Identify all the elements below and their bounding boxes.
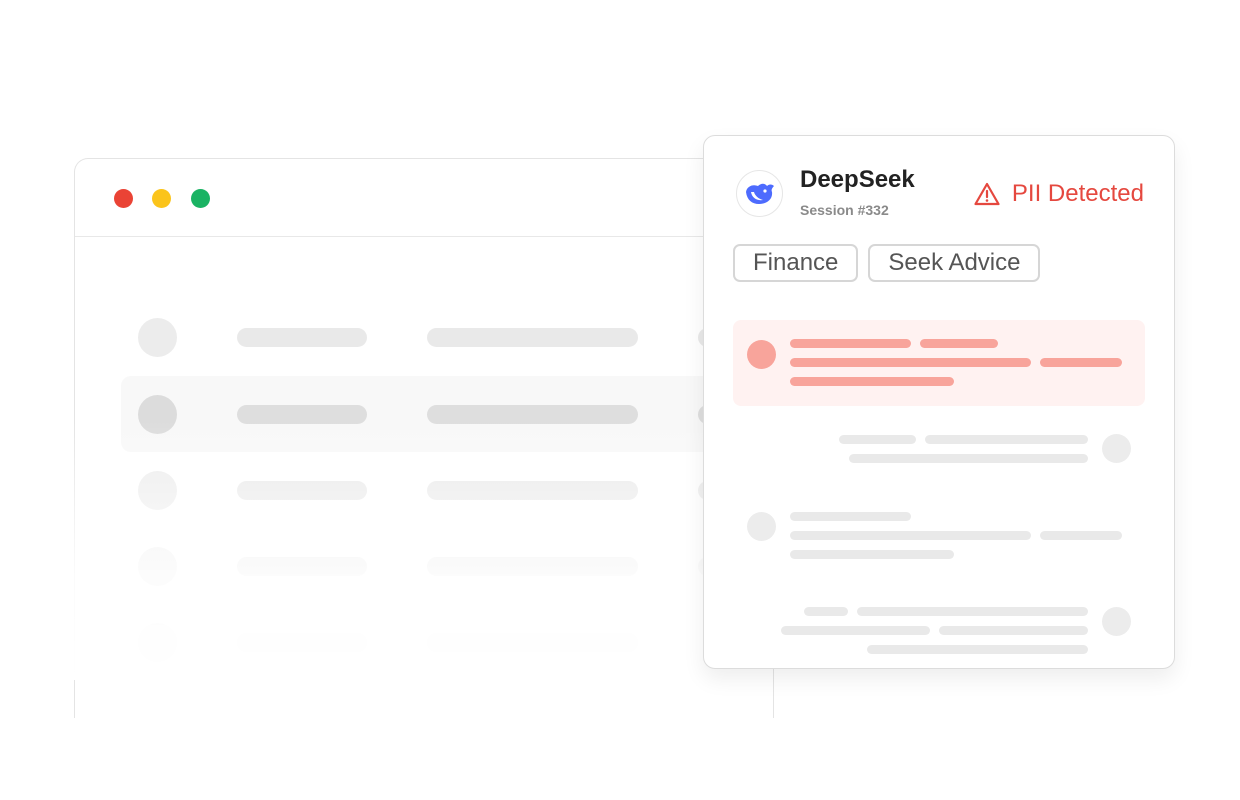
text-placeholder [781, 626, 930, 635]
avatar-placeholder [138, 471, 177, 510]
table-row-selected[interactable] [121, 376, 781, 452]
browser-window [74, 158, 781, 718]
user-message[interactable] [704, 506, 1176, 566]
browser-titlebar [75, 159, 773, 237]
app-name: DeepSeek [800, 166, 915, 193]
close-window-button[interactable] [114, 189, 133, 208]
session-card[interactable]: DeepSeek Session #332 PII Detected Finan… [703, 135, 1175, 669]
table-row[interactable] [75, 299, 773, 375]
deepseek-whale-icon [736, 170, 783, 217]
text-placeholder [867, 645, 1088, 654]
text-placeholder [790, 339, 911, 348]
text-placeholder [790, 550, 954, 559]
text-placeholder [849, 454, 1088, 463]
stage: DeepSeek Session #332 PII Detected Finan… [0, 0, 1240, 800]
tag-list: Finance Seek Advice [733, 244, 1041, 282]
text-placeholder [427, 481, 638, 500]
avatar-placeholder [138, 395, 177, 434]
avatar-placeholder [747, 340, 776, 369]
text-placeholder [839, 435, 916, 444]
tag-seek-advice[interactable]: Seek Advice [868, 244, 1041, 282]
text-placeholder [237, 405, 367, 424]
text-placeholder [790, 377, 954, 386]
minimize-window-button[interactable] [152, 189, 171, 208]
text-placeholder [1040, 531, 1122, 540]
text-placeholder [427, 405, 638, 424]
text-placeholder [237, 557, 367, 576]
avatar-placeholder [138, 547, 177, 586]
avatar-placeholder [747, 512, 776, 541]
session-list [75, 238, 781, 718]
alert-text: PII Detected [1011, 180, 1144, 207]
zoom-window-button[interactable] [191, 189, 210, 208]
text-placeholder [1040, 358, 1122, 367]
avatar-placeholder [1102, 434, 1131, 463]
text-placeholder [920, 339, 998, 348]
text-placeholder [857, 607, 1088, 616]
text-placeholder [790, 358, 1031, 367]
text-placeholder [939, 626, 1088, 635]
table-row[interactable] [75, 528, 773, 604]
text-placeholder [925, 435, 1088, 444]
text-placeholder [427, 633, 638, 652]
text-placeholder [237, 633, 367, 652]
text-placeholder [790, 512, 911, 521]
avatar-placeholder [138, 318, 177, 357]
avatar-placeholder [1102, 607, 1131, 636]
table-row[interactable] [75, 452, 773, 528]
avatar-placeholder [138, 623, 177, 662]
reply-message[interactable] [704, 426, 1176, 466]
text-placeholder [804, 607, 848, 616]
pii-alert: PII Detected [974, 180, 1144, 208]
text-placeholder [427, 557, 638, 576]
reply-message[interactable] [704, 602, 1176, 662]
text-placeholder [790, 531, 1031, 540]
session-id: Session #332 [800, 202, 889, 218]
warning-triangle-icon [974, 182, 1000, 206]
table-row[interactable] [75, 604, 773, 680]
text-placeholder [237, 328, 367, 347]
flagged-message[interactable] [733, 320, 1145, 406]
text-placeholder [427, 328, 638, 347]
text-placeholder [237, 481, 367, 500]
tag-finance[interactable]: Finance [733, 244, 859, 282]
